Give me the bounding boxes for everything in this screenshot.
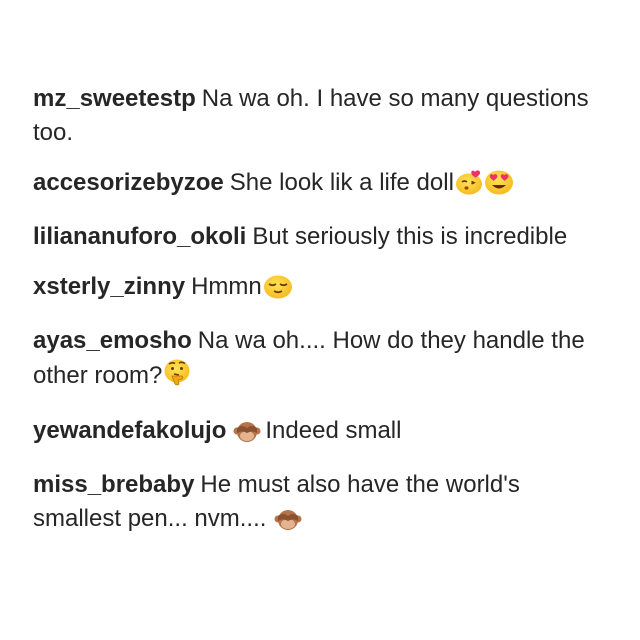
comment-item: miss_brebaby He must also have the world'… <box>33 468 613 541</box>
thinking-emoji-icon <box>163 358 191 398</box>
comment-text: Hmmn <box>191 272 262 300</box>
comment-item: liliananuforo_okoli But seriously this is… <box>33 220 613 254</box>
heart-eyes-emoji-icon <box>484 167 514 205</box>
see-no-evil-monkey-icon <box>233 419 261 453</box>
relieved-emoji-icon <box>263 273 293 309</box>
comment-username[interactable]: liliananuforo_okoli <box>33 223 246 250</box>
comment-username[interactable]: yewandefakolujo <box>33 417 226 444</box>
comment-username[interactable]: accesorizebyzoe <box>33 169 224 196</box>
comment-text: But seriously this is incredible <box>252 223 568 250</box>
comment-username[interactable]: mz_sweetestp <box>33 85 196 112</box>
comment-item: mz_sweetestp Na wa oh. I have so many que… <box>33 82 613 150</box>
comment-text: Indeed small <box>265 416 402 444</box>
comment-username[interactable]: ayas_emosho <box>33 327 192 354</box>
comment-item: accesorizebyzoe She look lik a life doll <box>33 166 613 205</box>
comment-list: mz_sweetestp Na wa oh. I have so many que… <box>33 82 613 557</box>
comment-username[interactable]: miss_brebaby <box>33 471 194 498</box>
comment-text: She look lik a life doll <box>229 168 454 196</box>
comment-item: yewandefakolujo Indeed small <box>33 414 613 453</box>
comment-username[interactable]: xsterly_zinny <box>33 273 185 300</box>
see-no-evil-monkey-icon <box>274 507 302 541</box>
comment-item: ayas_emosho Na wa oh.... How do they hand… <box>33 324 613 398</box>
comment-item: xsterly_zinny Hmmn <box>33 270 613 309</box>
kissing-heart-emoji-icon <box>455 169 483 205</box>
